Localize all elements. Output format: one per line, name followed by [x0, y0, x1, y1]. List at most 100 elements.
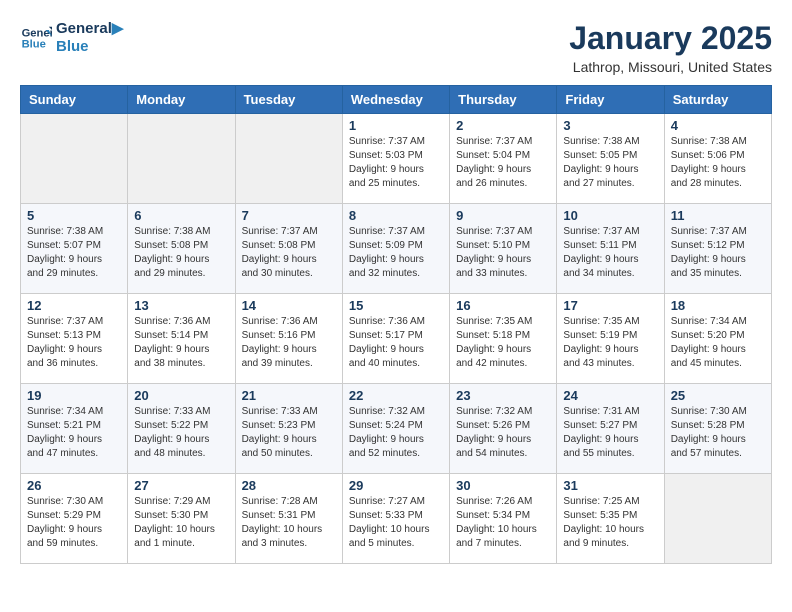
calendar-cell: 1 Sunrise: 7:37 AMSunset: 5:03 PMDaylight…	[342, 114, 449, 204]
day-info: Sunrise: 7:37 AMSunset: 5:04 PMDaylight:…	[456, 135, 550, 191]
day-info: Sunrise: 7:30 AMSunset: 5:28 PMDaylight:…	[671, 405, 765, 461]
day-info: Sunrise: 7:28 AMSunset: 5:31 PMDaylight:…	[242, 495, 336, 551]
calendar-cell: 24 Sunrise: 7:31 AMSunset: 5:27 PMDayligh…	[557, 384, 664, 474]
day-info: Sunrise: 7:34 AMSunset: 5:20 PMDaylight:…	[671, 315, 765, 371]
day-number: 6	[134, 208, 228, 223]
day-info: Sunrise: 7:36 AMSunset: 5:14 PMDaylight:…	[134, 315, 228, 371]
logo-blue: Blue	[56, 38, 123, 56]
day-info: Sunrise: 7:29 AMSunset: 5:30 PMDaylight:…	[134, 495, 228, 551]
calendar-cell: 31 Sunrise: 7:25 AMSunset: 5:35 PMDayligh…	[557, 474, 664, 564]
calendar-cell: 7 Sunrise: 7:37 AMSunset: 5:08 PMDaylight…	[235, 204, 342, 294]
day-info: Sunrise: 7:31 AMSunset: 5:27 PMDaylight:…	[563, 405, 657, 461]
day-info: Sunrise: 7:38 AMSunset: 5:06 PMDaylight:…	[671, 135, 765, 191]
calendar-week-4: 19 Sunrise: 7:34 AMSunset: 5:21 PMDayligh…	[21, 384, 772, 474]
logo: General Blue General▶ Blue	[20, 20, 123, 56]
weekday-header-saturday: Saturday	[664, 86, 771, 114]
calendar-cell: 14Sunrise: 7:36 AMSunset: 5:16 PMDayligh…	[235, 294, 342, 384]
day-number: 1	[349, 118, 443, 133]
weekday-header-wednesday: Wednesday	[342, 86, 449, 114]
calendar-cell: 8 Sunrise: 7:37 AMSunset: 5:09 PMDaylight…	[342, 204, 449, 294]
calendar-cell: 15 Sunrise: 7:36 AMSunset: 5:17 PMDayligh…	[342, 294, 449, 384]
day-number: 18	[671, 298, 765, 313]
calendar-cell: 19 Sunrise: 7:34 AMSunset: 5:21 PMDayligh…	[21, 384, 128, 474]
day-number: 13	[134, 298, 228, 313]
day-info: Sunrise: 7:33 AMSunset: 5:23 PMDaylight:…	[242, 405, 336, 461]
calendar-cell: 18 Sunrise: 7:34 AMSunset: 5:20 PMDayligh…	[664, 294, 771, 384]
calendar-subtitle: Lathrop, Missouri, United States	[569, 59, 772, 75]
day-info: Sunrise: 7:37 AMSunset: 5:13 PMDaylight:…	[27, 315, 121, 371]
day-number: 14	[242, 298, 336, 313]
day-number: 28	[242, 478, 336, 493]
calendar-cell: 27Sunrise: 7:29 AMSunset: 5:30 PMDayligh…	[128, 474, 235, 564]
weekday-header-tuesday: Tuesday	[235, 86, 342, 114]
calendar-cell	[664, 474, 771, 564]
calendar-cell: 2Sunrise: 7:37 AMSunset: 5:04 PMDaylight…	[450, 114, 557, 204]
calendar-cell: 23 Sunrise: 7:32 AMSunset: 5:26 PMDayligh…	[450, 384, 557, 474]
day-number: 29	[349, 478, 443, 493]
weekday-header-monday: Monday	[128, 86, 235, 114]
calendar-cell: 20Sunrise: 7:33 AMSunset: 5:22 PMDayligh…	[128, 384, 235, 474]
day-info: Sunrise: 7:37 AMSunset: 5:12 PMDaylight:…	[671, 225, 765, 281]
day-number: 5	[27, 208, 121, 223]
logo-icon: General Blue	[20, 22, 52, 54]
day-number: 21	[242, 388, 336, 403]
calendar-cell: 13 Sunrise: 7:36 AMSunset: 5:14 PMDayligh…	[128, 294, 235, 384]
day-number: 15	[349, 298, 443, 313]
day-number: 19	[27, 388, 121, 403]
calendar-title: January 2025	[569, 20, 772, 57]
calendar-cell: 4 Sunrise: 7:38 AMSunset: 5:06 PMDaylight…	[664, 114, 771, 204]
day-info: Sunrise: 7:34 AMSunset: 5:21 PMDaylight:…	[27, 405, 121, 461]
day-number: 31	[563, 478, 657, 493]
logo-general: General▶	[56, 20, 123, 38]
calendar-cell: 11 Sunrise: 7:37 AMSunset: 5:12 PMDayligh…	[664, 204, 771, 294]
day-info: Sunrise: 7:26 AMSunset: 5:34 PMDaylight:…	[456, 495, 550, 551]
day-number: 12	[27, 298, 121, 313]
day-info: Sunrise: 7:38 AMSunset: 5:05 PMDaylight:…	[563, 135, 657, 191]
day-info: Sunrise: 7:32 AMSunset: 5:26 PMDaylight:…	[456, 405, 550, 461]
day-number: 3	[563, 118, 657, 133]
day-info: Sunrise: 7:36 AMSunset: 5:17 PMDaylight:…	[349, 315, 443, 371]
day-number: 23	[456, 388, 550, 403]
calendar-cell: 5 Sunrise: 7:38 AMSunset: 5:07 PMDaylight…	[21, 204, 128, 294]
day-info: Sunrise: 7:38 AMSunset: 5:07 PMDaylight:…	[27, 225, 121, 281]
calendar-cell: 25Sunrise: 7:30 AMSunset: 5:28 PMDayligh…	[664, 384, 771, 474]
day-number: 16	[456, 298, 550, 313]
calendar-cell	[21, 114, 128, 204]
calendar-cell: 3 Sunrise: 7:38 AMSunset: 5:05 PMDaylight…	[557, 114, 664, 204]
svg-text:General: General	[22, 27, 52, 39]
day-info: Sunrise: 7:25 AMSunset: 5:35 PMDaylight:…	[563, 495, 657, 551]
calendar-cell	[235, 114, 342, 204]
day-info: Sunrise: 7:37 AMSunset: 5:03 PMDaylight:…	[349, 135, 443, 191]
day-info: Sunrise: 7:38 AMSunset: 5:08 PMDaylight:…	[134, 225, 228, 281]
calendar-cell: 10Sunrise: 7:37 AMSunset: 5:11 PMDayligh…	[557, 204, 664, 294]
calendar-week-2: 5 Sunrise: 7:38 AMSunset: 5:07 PMDaylight…	[21, 204, 772, 294]
day-number: 4	[671, 118, 765, 133]
calendar-cell: 12 Sunrise: 7:37 AMSunset: 5:13 PMDayligh…	[21, 294, 128, 384]
calendar-cell	[128, 114, 235, 204]
day-number: 11	[671, 208, 765, 223]
day-number: 30	[456, 478, 550, 493]
day-number: 7	[242, 208, 336, 223]
header: General Blue General▶ Blue January 2025 …	[20, 20, 772, 75]
title-section: January 2025 Lathrop, Missouri, United S…	[569, 20, 772, 75]
day-number: 26	[27, 478, 121, 493]
day-info: Sunrise: 7:27 AMSunset: 5:33 PMDaylight:…	[349, 495, 443, 551]
day-number: 24	[563, 388, 657, 403]
day-number: 20	[134, 388, 228, 403]
day-info: Sunrise: 7:37 AMSunset: 5:09 PMDaylight:…	[349, 225, 443, 281]
calendar-cell: 30 Sunrise: 7:26 AMSunset: 5:34 PMDayligh…	[450, 474, 557, 564]
svg-text:Blue: Blue	[22, 39, 46, 51]
day-info: Sunrise: 7:37 AMSunset: 5:10 PMDaylight:…	[456, 225, 550, 281]
calendar-cell: 17 Sunrise: 7:35 AMSunset: 5:19 PMDayligh…	[557, 294, 664, 384]
calendar-week-5: 26 Sunrise: 7:30 AMSunset: 5:29 PMDayligh…	[21, 474, 772, 564]
day-number: 8	[349, 208, 443, 223]
weekday-header-thursday: Thursday	[450, 86, 557, 114]
day-info: Sunrise: 7:32 AMSunset: 5:24 PMDaylight:…	[349, 405, 443, 461]
calendar-cell: 29 Sunrise: 7:27 AMSunset: 5:33 PMDayligh…	[342, 474, 449, 564]
day-info: Sunrise: 7:30 AMSunset: 5:29 PMDaylight:…	[27, 495, 121, 551]
day-info: Sunrise: 7:35 AMSunset: 5:19 PMDaylight:…	[563, 315, 657, 371]
calendar-table: SundayMondayTuesdayWednesdayThursdayFrid…	[20, 85, 772, 564]
day-info: Sunrise: 7:37 AMSunset: 5:08 PMDaylight:…	[242, 225, 336, 281]
calendar-cell: 9Sunrise: 7:37 AMSunset: 5:10 PMDaylight…	[450, 204, 557, 294]
day-number: 17	[563, 298, 657, 313]
